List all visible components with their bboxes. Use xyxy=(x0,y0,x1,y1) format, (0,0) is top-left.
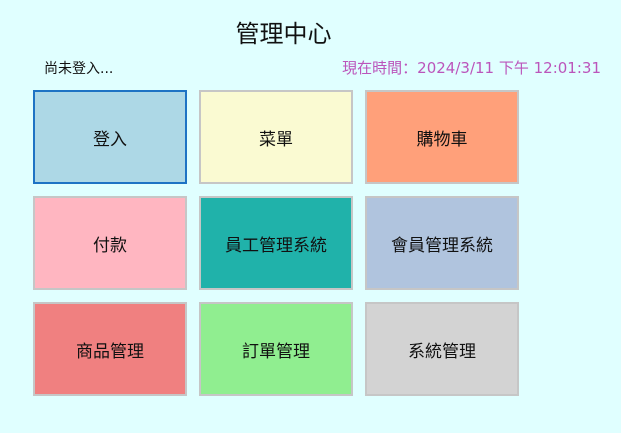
clock-value: 2024/3/11 下午 12:01:31 xyxy=(417,59,601,77)
menu-button-label: 菜單 xyxy=(259,129,293,150)
clock: 現在時間：2024/3/11 下午 12:01:31 xyxy=(342,57,601,78)
order-management-button[interactable]: 訂單管理 xyxy=(199,302,353,396)
login-button[interactable]: 登入 xyxy=(33,90,187,184)
login-button-label: 登入 xyxy=(93,129,127,150)
cart-button-label: 購物車 xyxy=(416,129,468,150)
order-management-button-label: 訂單管理 xyxy=(242,341,310,362)
login-status: 尚未登入... xyxy=(44,61,114,77)
member-management-button-label: 會員管理系統 xyxy=(391,235,493,256)
system-management-button[interactable]: 系統管理 xyxy=(365,302,519,396)
payment-button-label: 付款 xyxy=(93,235,127,256)
clock-label: 現在時間： xyxy=(342,59,418,77)
product-management-button-label: 商品管理 xyxy=(76,341,144,362)
menu-button[interactable]: 菜單 xyxy=(199,90,353,184)
member-management-button[interactable]: 會員管理系統 xyxy=(365,196,519,290)
payment-button[interactable]: 付款 xyxy=(33,196,187,290)
employee-management-button-label: 員工管理系統 xyxy=(225,235,327,256)
system-management-button-label: 系統管理 xyxy=(408,341,476,362)
employee-management-button[interactable]: 員工管理系統 xyxy=(199,196,353,290)
cart-button[interactable]: 購物車 xyxy=(365,90,519,184)
product-management-button[interactable]: 商品管理 xyxy=(33,302,187,396)
page-title: 管理中心 xyxy=(235,20,332,48)
